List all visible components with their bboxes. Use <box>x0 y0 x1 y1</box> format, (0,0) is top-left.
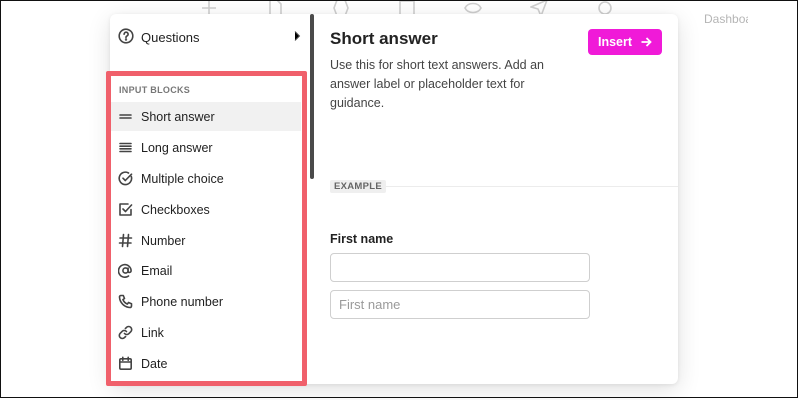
preview-title: Short answer <box>330 29 438 48</box>
questions-label: Questions <box>141 30 200 45</box>
dashboard-link[interactable]: Dashboa <box>704 12 748 26</box>
questions-row[interactable]: Questions <box>110 22 310 50</box>
insert-button[interactable]: Insert <box>588 29 662 55</box>
example-placeholder-input[interactable] <box>330 290 590 319</box>
block-preview-panel: Short answer Use this for short text ans… <box>330 14 678 384</box>
preview-description: Use this for short text answers. Add an … <box>330 58 544 110</box>
example-label-input[interactable] <box>330 253 590 282</box>
arrow-right-icon <box>641 37 652 47</box>
chevron-right-icon <box>290 29 304 43</box>
question-circle-icon <box>118 28 134 44</box>
example-badge: EXAMPLE <box>330 180 387 193</box>
insert-button-label: Insert <box>597 35 633 49</box>
input-blocks-highlight <box>106 71 307 386</box>
example-field-label: First name <box>330 232 394 246</box>
sidebar-scrollbar[interactable] <box>310 14 314 179</box>
